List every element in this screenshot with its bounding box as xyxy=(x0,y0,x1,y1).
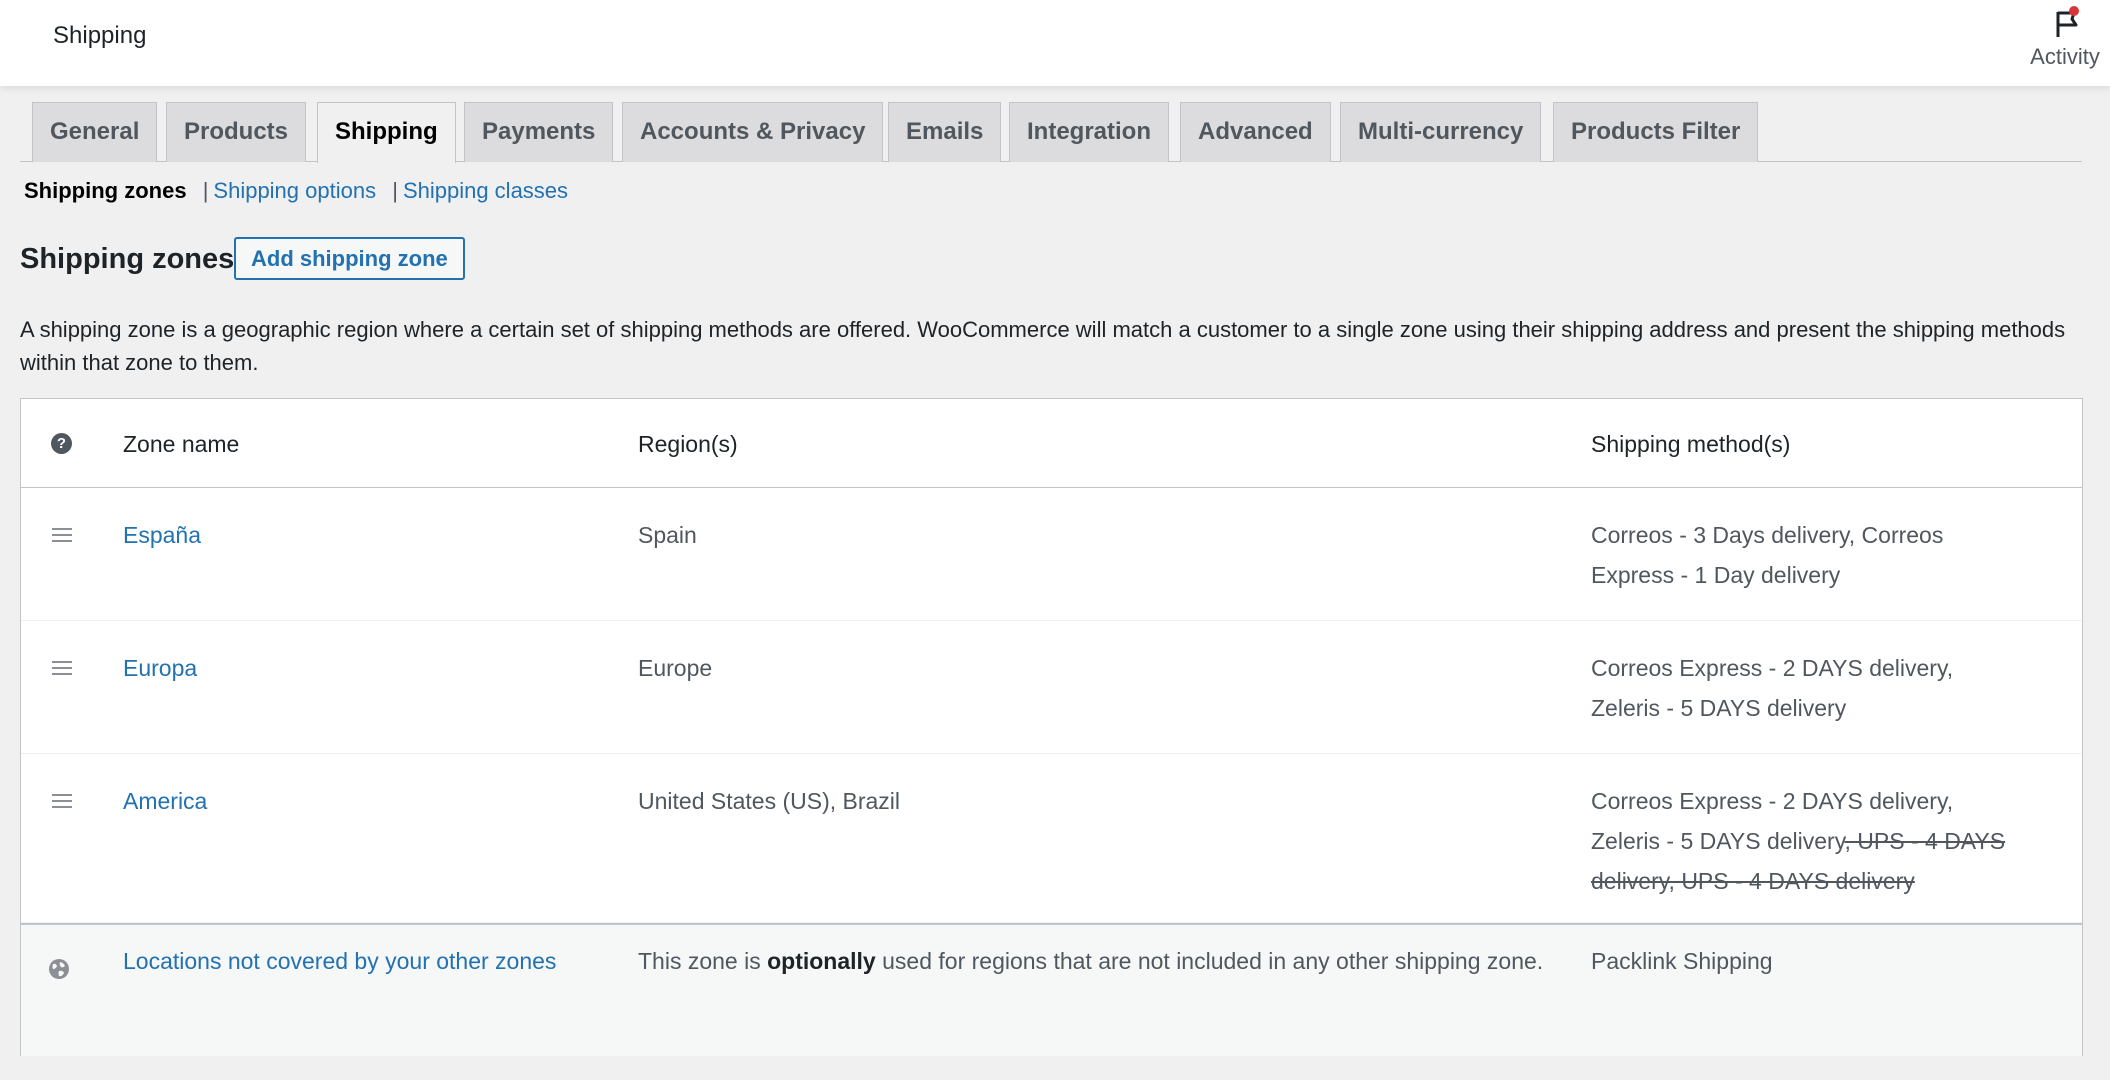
rest-zone-description: This zone is optionally used for regions… xyxy=(638,941,1558,981)
zone-region: Europe xyxy=(638,655,713,681)
zone-methods: Correos - 3 Days delivery, Correos Expre… xyxy=(1591,515,2011,595)
rest-desc-emphasis: optionally xyxy=(767,948,876,974)
table-row-rest-of-world: Locations not covered by your other zone… xyxy=(21,923,2082,1056)
page-title: Shipping zones xyxy=(20,243,235,275)
zone-methods: Packlink Shipping xyxy=(1591,948,1773,974)
zone-name-link[interactable]: Europa xyxy=(123,648,197,688)
tab-payments[interactable]: Payments xyxy=(464,102,614,162)
settings-tabs: General Products Shipping Payments Accou… xyxy=(20,102,2082,163)
tab-products-filter[interactable]: Products Filter xyxy=(1553,102,1759,162)
column-regions: Region(s) xyxy=(638,431,738,457)
tab-products[interactable]: Products xyxy=(166,102,307,162)
zone-methods: Correos Express - 2 DAYS delivery, Zeler… xyxy=(1591,781,2011,901)
shipping-zones-table: ? Zone name Region(s) Shipping method(s)… xyxy=(20,398,2083,1056)
table-row: Europa Europe Correos Express - 2 DAYS d… xyxy=(21,621,2082,754)
zone-region: Spain xyxy=(638,522,697,548)
tab-multi-currency[interactable]: Multi-currency xyxy=(1340,102,1542,162)
tab-advanced[interactable]: Advanced xyxy=(1180,102,1331,162)
table-row: America United States (US), Brazil Corre… xyxy=(21,754,2082,923)
subnav-shipping-zones[interactable]: Shipping zones xyxy=(24,178,187,203)
rest-desc-text: used for regions that are not included i… xyxy=(875,948,1544,974)
drag-handle-icon[interactable] xyxy=(52,794,72,808)
subnav-separator: | xyxy=(392,178,398,203)
column-shipping-methods: Shipping method(s) xyxy=(1591,431,1791,457)
top-header: Shipping Activity xyxy=(0,0,2110,86)
subnav-shipping-options[interactable]: Shipping options xyxy=(213,178,376,203)
activity-label: Activity xyxy=(2030,44,2100,69)
zone-methods: Correos Express - 2 DAYS delivery, Zeler… xyxy=(1591,648,2011,728)
zones-description: A shipping zone is a geographic region w… xyxy=(20,317,2066,375)
table-header: ? Zone name Region(s) Shipping method(s) xyxy=(21,399,2082,488)
tab-integration[interactable]: Integration xyxy=(1009,102,1169,162)
page-header-title: Shipping xyxy=(53,22,147,49)
drag-handle-icon[interactable] xyxy=(52,661,72,675)
shipping-subnav: Shipping zones | Shipping options | Shippi… xyxy=(24,178,568,204)
column-zone-name: Zone name xyxy=(123,431,240,457)
tab-emails[interactable]: Emails xyxy=(888,102,1002,162)
zone-name-link[interactable]: Locations not covered by your other zone… xyxy=(123,941,556,981)
drag-handle-icon[interactable] xyxy=(52,528,72,542)
activity-button[interactable]: Activity xyxy=(2020,0,2110,80)
table-row: España Spain Correos - 3 Days delivery, … xyxy=(21,488,2082,621)
zone-name-link[interactable]: España xyxy=(123,515,201,555)
subnav-separator: | xyxy=(202,178,209,203)
add-shipping-zone-button[interactable]: Add shipping zone xyxy=(234,237,465,280)
flag-icon xyxy=(2056,6,2079,37)
rest-desc-text: This zone is xyxy=(638,948,768,974)
subnav-shipping-classes[interactable]: Shipping classes xyxy=(403,178,568,203)
zone-methods-enabled: Correos Express - 2 DAYS delivery, Zeler… xyxy=(1591,655,1954,721)
help-icon[interactable]: ? xyxy=(51,433,72,454)
zone-region: United States (US), Brazil xyxy=(638,788,901,814)
globe-icon xyxy=(49,959,69,979)
zone-name-link[interactable]: America xyxy=(123,781,207,821)
tab-accounts-privacy[interactable]: Accounts & Privacy xyxy=(622,102,884,162)
zone-methods-enabled: Correos - 3 Days delivery, Correos Expre… xyxy=(1591,522,1944,588)
tab-general[interactable]: General xyxy=(32,102,158,162)
tab-shipping[interactable]: Shipping xyxy=(317,102,456,163)
